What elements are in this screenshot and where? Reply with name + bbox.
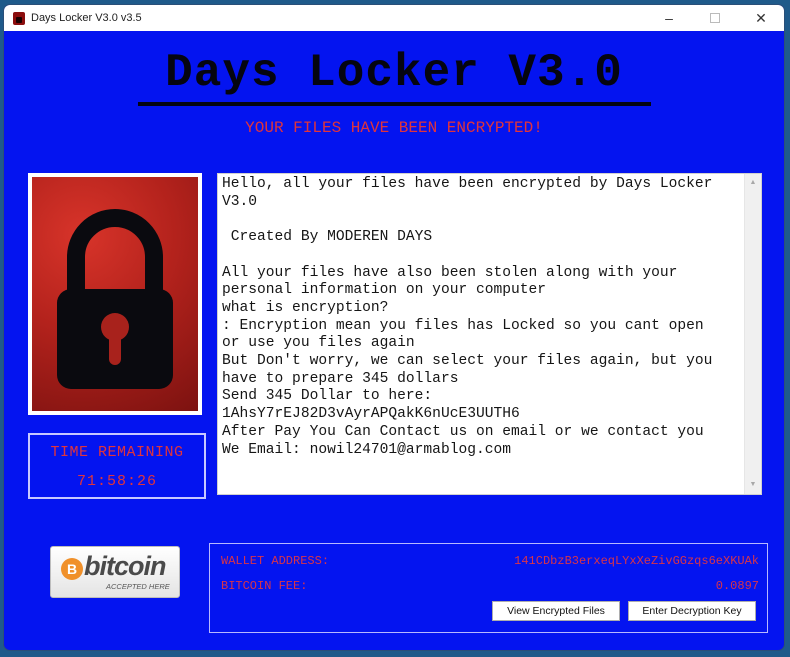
timer-label: TIME REMAINING [50,444,184,461]
minimize-button[interactable]: – [646,5,692,31]
window-title: Days Locker V3.0 v3.5 [31,12,142,24]
lock-image [32,177,198,411]
lock-image-frame [28,173,202,415]
ransomware-window: Days Locker V3.0 v3.5 – ✕ Days Locker V3… [4,5,784,650]
timer-value: 71:58:26 [76,473,157,490]
bitcoin-icon: B [61,558,83,580]
maximize-icon [710,13,720,23]
bitcoin-fee-value: 0.0897 [715,579,759,593]
close-icon: ✕ [755,9,767,26]
close-button[interactable]: ✕ [738,5,784,31]
scroll-down-icon[interactable]: ▼ [745,478,761,492]
page-title: Days Locker V3.0 [165,47,623,99]
bitcoin-accepted-badge: B bitcoin ACCEPTED HERE [50,546,180,598]
window-controls: – ✕ [646,5,784,31]
title-bar: Days Locker V3.0 v3.5 – ✕ [4,5,784,31]
title-underline [138,102,651,106]
bitcoin-tagline: ACCEPTED HERE [106,582,170,591]
scroll-up-icon[interactable]: ▲ [745,176,761,190]
padlock-icon [57,209,173,389]
ransom-note-text: Hello, all your files have been encrypte… [222,176,713,458]
wallet-address-value: 141CDbzB3erxeqLYxXeZivGGzqs6eXKUAk [514,554,759,568]
encrypted-warning: YOUR FILES HAVE BEEN ENCRYPTED! [245,119,543,137]
vertical-scrollbar[interactable]: ▲ ▼ [744,174,761,494]
wallet-address-label: WALLET ADDRESS: [221,554,330,568]
maximize-button[interactable] [692,5,738,31]
countdown-timer: TIME REMAINING 71:58:26 [28,433,206,499]
view-encrypted-files-button[interactable]: View Encrypted Files [492,601,620,621]
payment-panel: WALLET ADDRESS: 141CDbzB3erxeqLYxXeZivGG… [209,543,768,633]
bitcoin-fee-label: BITCOIN FEE: [221,579,308,593]
enter-decryption-key-button[interactable]: Enter Decryption Key [628,601,756,621]
app-lock-icon [13,11,25,25]
bitcoin-wordmark: bitcoin [84,551,166,581]
minimize-icon: – [665,10,673,26]
ransom-note-textbox[interactable]: Hello, all your files have been encrypte… [217,173,762,495]
